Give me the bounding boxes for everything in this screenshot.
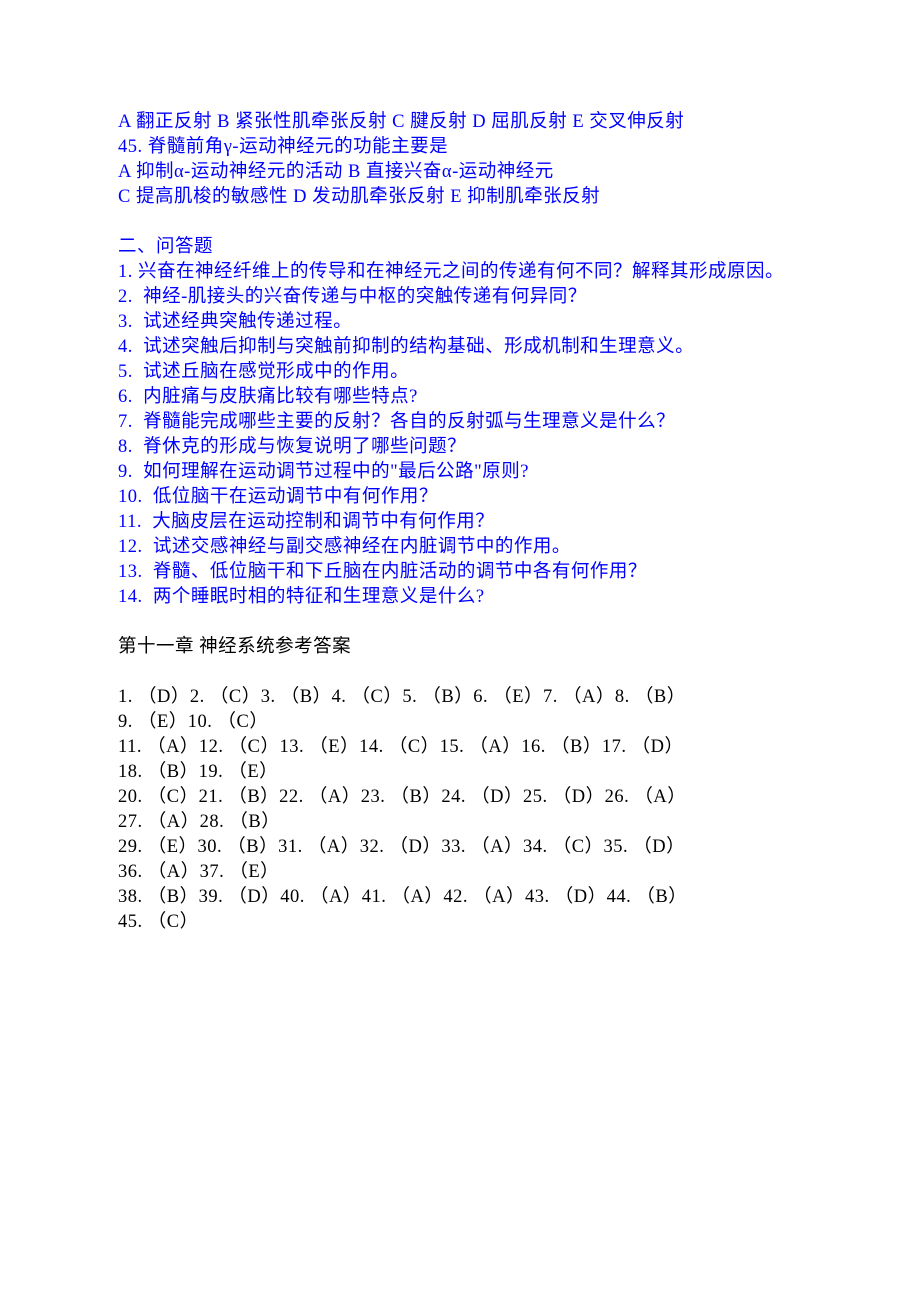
answers-row-2: 9. （E）10. （C） — [118, 710, 802, 735]
answers-row-8: 36. （A）37. （E） — [118, 860, 802, 885]
answers-row-9: 38. （B）39. （D）40. （A）41. （A）42. （A）43. （… — [118, 885, 802, 910]
essay-q7: 7. 脊髓能完成哪些主要的反射？各自的反射弧与生理意义是什么？ — [118, 410, 802, 435]
q45-options-line2: C 提高肌梭的敏感性 D 发动肌牵张反射 E 抑制肌牵张反射 — [118, 185, 802, 210]
q44-options: A 翻正反射 B 紧张性肌牵张反射 C 腱反射 D 屈肌反射 E 交叉伸反射 — [118, 110, 802, 135]
essay-q13: 13. 脊髓、低位脑干和下丘脑在内脏活动的调节中各有何作用？ — [118, 560, 802, 585]
answers-row-7: 29. （E）30. （B）31. （A）32. （D）33. （A）34. （… — [118, 835, 802, 860]
page-content: A 翻正反射 B 紧张性肌牵张反射 C 腱反射 D 屈肌反射 E 交叉伸反射 4… — [0, 0, 920, 1035]
answers-row-5: 20. （C）21. （B）22. （A）23. （B）24. （D）25. （… — [118, 785, 802, 810]
essay-q11: 11. 大脑皮层在运动控制和调节中有何作用？ — [118, 510, 802, 535]
q45-options-line1: A 抑制α-运动神经元的活动 B 直接兴奋α-运动神经元 — [118, 160, 802, 185]
section-essay-header: 二、问答题 — [118, 235, 802, 260]
essay-q4: 4. 试述突触后抑制与突触前抑制的结构基础、形成机制和生理意义。 — [118, 335, 802, 360]
essay-q6: 6. 内脏痛与皮肤痛比较有哪些特点? — [118, 385, 802, 410]
essay-q5: 5. 试述丘脑在感觉形成中的作用。 — [118, 360, 802, 385]
essay-q10: 10. 低位脑干在运动调节中有何作用？ — [118, 485, 802, 510]
essay-q14: 14. 两个睡眠时相的特征和生理意义是什么? — [118, 585, 802, 610]
answers-row-6: 27. （A）28. （B） — [118, 810, 802, 835]
answers-row-4: 18. （B）19. （E） — [118, 760, 802, 785]
q45-stem: 45. 脊髓前角γ-运动神经元的功能主要是 — [118, 135, 802, 160]
essay-q1: 1. 兴奋在神经纤维上的传导和在神经元之间的传递有何不同？解释其形成原因。 — [118, 260, 802, 285]
answers-row-3: 11. （A）12. （C）13. （E）14. （C）15. （A）16. （… — [118, 735, 802, 760]
answers-row-10: 45. （C） — [118, 910, 802, 935]
spacer — [118, 610, 802, 635]
answers-row-1: 1. （D）2. （C）3. （B）4. （C）5. （B）6. （E）7. （… — [118, 685, 802, 710]
spacer — [118, 660, 802, 685]
essay-q3: 3. 试述经典突触传递过程。 — [118, 310, 802, 335]
answers-header: 第十一章 神经系统参考答案 — [118, 635, 802, 660]
essay-q9: 9. 如何理解在运动调节过程中的"最后公路"原则? — [118, 460, 802, 485]
essay-q12: 12. 试述交感神经与副交感神经在内脏调节中的作用。 — [118, 535, 802, 560]
essay-q8: 8. 脊休克的形成与恢复说明了哪些问题？ — [118, 435, 802, 460]
spacer — [118, 210, 802, 235]
essay-q2: 2. 神经-肌接头的兴奋传递与中枢的突触传递有何异同？ — [118, 285, 802, 310]
